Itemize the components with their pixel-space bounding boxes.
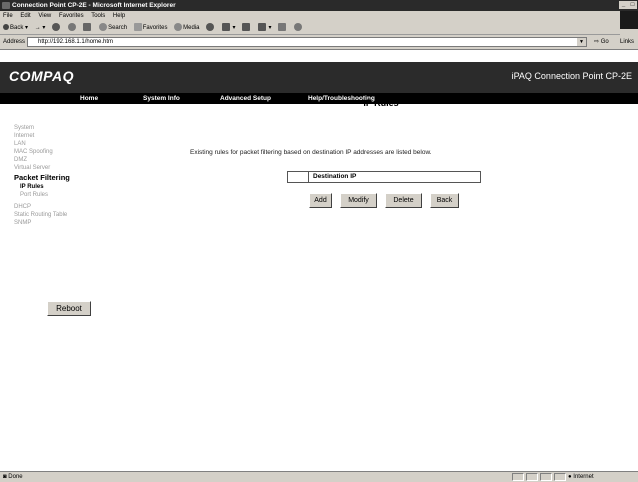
product-name: iPAQ Connection Point CP-2E [511, 71, 632, 81]
page-done-icon: ◙ [3, 474, 7, 480]
forward-button[interactable]: → ▾ [35, 21, 46, 35]
status-pane [540, 473, 552, 481]
url-text: http://192.168.1.1/home.htm [38, 39, 114, 45]
sidebar-item-ip-rules[interactable]: IP Rules [14, 183, 104, 191]
print-glyph-icon [242, 23, 251, 32]
add-button[interactable]: Add [309, 193, 332, 208]
media-label: Media [183, 25, 200, 31]
edit-glyph-icon [257, 23, 266, 32]
maximize-icon[interactable]: □ [628, 1, 637, 9]
search-label: Search [108, 25, 128, 31]
modify-button[interactable]: Modify [340, 193, 377, 208]
select-column-header [288, 172, 309, 182]
discuss-glyph-icon [278, 23, 287, 32]
stop-glyph-icon [52, 23, 61, 32]
go-label: Go [600, 39, 609, 45]
links-button[interactable]: Links [620, 38, 634, 46]
status-pane [554, 473, 566, 481]
minimize-icon[interactable]: _ [619, 1, 628, 9]
sidebar-item-dhcp[interactable]: DHCP [14, 203, 104, 211]
ie-icon [2, 2, 10, 9]
address-input[interactable]: http://192.168.1.1/home.htm [27, 37, 587, 47]
sidebar-item-system[interactable]: System [14, 124, 104, 132]
media-button[interactable]: Media [174, 21, 199, 35]
menu-help[interactable]: Help [113, 13, 125, 19]
address-dropdown-icon[interactable]: ▼ [577, 38, 586, 46]
back-button[interactable]: Back ▾ [3, 21, 28, 35]
windows-logo-icon [620, 11, 638, 29]
back-label: Back [10, 25, 24, 31]
sidebar-item-internet[interactable]: Internet [14, 132, 104, 140]
status-pane [512, 473, 524, 481]
delete-button[interactable]: Delete [385, 193, 422, 208]
menu-file[interactable]: File [3, 13, 13, 19]
sidebar-item-static-routing[interactable]: Static Routing Table [14, 211, 104, 219]
sidebar-item-virtual-server[interactable]: Virtual Server [14, 164, 104, 172]
discuss-icon[interactable] [278, 21, 287, 35]
reboot-button[interactable]: Reboot [47, 301, 91, 316]
status-bar: ◙ Done ● Internet [0, 471, 638, 482]
search-icon [99, 23, 108, 32]
messenger-icon[interactable] [293, 21, 303, 35]
menu-edit[interactable]: Edit [20, 13, 30, 19]
title-bar: Connection Point CP-2E - Microsoft Inter… [0, 0, 638, 11]
menu-tools[interactable]: Tools [91, 13, 105, 19]
menu-favorites[interactable]: Favorites [59, 13, 84, 19]
menu-bar: File Edit View Favorites Tools Help [0, 11, 638, 21]
status-label: Done [8, 474, 23, 480]
favorites-button[interactable]: Favorites [133, 21, 168, 35]
sidebar-item-dmz[interactable]: DMZ [14, 156, 104, 164]
zone-indicator: ● Internet [568, 472, 594, 482]
destination-ip-header: Destination IP [313, 173, 357, 180]
messenger-glyph-icon [293, 23, 302, 32]
rules-table: Destination IP [287, 171, 481, 183]
history-glyph-icon [206, 23, 215, 32]
back-page-button[interactable]: Back [430, 193, 459, 208]
sidebar-item-snmp[interactable]: SNMP [14, 219, 104, 227]
media-icon [174, 23, 183, 32]
favorites-icon [133, 23, 142, 32]
sidebar-item-mac-spoofing[interactable]: MAC Spoofing [14, 148, 104, 156]
home-glyph-icon [83, 23, 92, 32]
back-arrow-icon [3, 24, 9, 31]
print-icon[interactable] [242, 21, 251, 35]
refresh-icon[interactable] [67, 21, 77, 35]
mail-glyph-icon [221, 23, 230, 32]
status-text: ◙ Done [3, 472, 23, 482]
search-button[interactable]: Search [99, 21, 127, 35]
mail-icon[interactable]: ▾ [221, 21, 236, 35]
history-icon[interactable] [206, 21, 215, 35]
zone-label: Internet [573, 474, 594, 480]
page-title: IP Rules [363, 98, 399, 108]
sidebar: System Internet LAN MAC Spoofing DMZ Vir… [14, 124, 104, 227]
sidebar-item-lan[interactable]: LAN [14, 140, 104, 148]
page-description: Existing rules for packet filtering base… [190, 149, 432, 156]
compaq-logo: COMPAQ [9, 68, 74, 84]
sidebar-item-port-rules[interactable]: Port Rules [14, 191, 104, 199]
address-bar: Address http://192.168.1.1/home.htm ▼ ⇨ … [0, 36, 638, 48]
go-button[interactable]: ⇨ Go [594, 38, 609, 46]
edit-icon[interactable]: ▾ [257, 21, 272, 35]
favorites-label: Favorites [142, 25, 168, 31]
brand-header: COMPAQ iPAQ Connection Point CP-2E [0, 62, 638, 93]
window-title: Connection Point CP-2E - Microsoft Inter… [12, 2, 176, 9]
globe-icon: ● [568, 474, 572, 480]
address-label: Address [3, 39, 26, 45]
toolbar: Back ▾ → ▾ Search Favorites Media ▾ ▾ [0, 21, 620, 35]
page-viewport: COMPAQ iPAQ Connection Point CP-2E Home … [0, 49, 638, 471]
browser-window: Connection Point CP-2E - Microsoft Inter… [0, 0, 638, 482]
refresh-glyph-icon [67, 23, 76, 32]
stop-icon[interactable] [52, 21, 61, 35]
home-icon[interactable] [83, 21, 92, 35]
menu-view[interactable]: View [38, 13, 51, 19]
sidebar-section-packet-filtering[interactable]: Packet Filtering [14, 172, 104, 183]
status-pane [526, 473, 538, 481]
